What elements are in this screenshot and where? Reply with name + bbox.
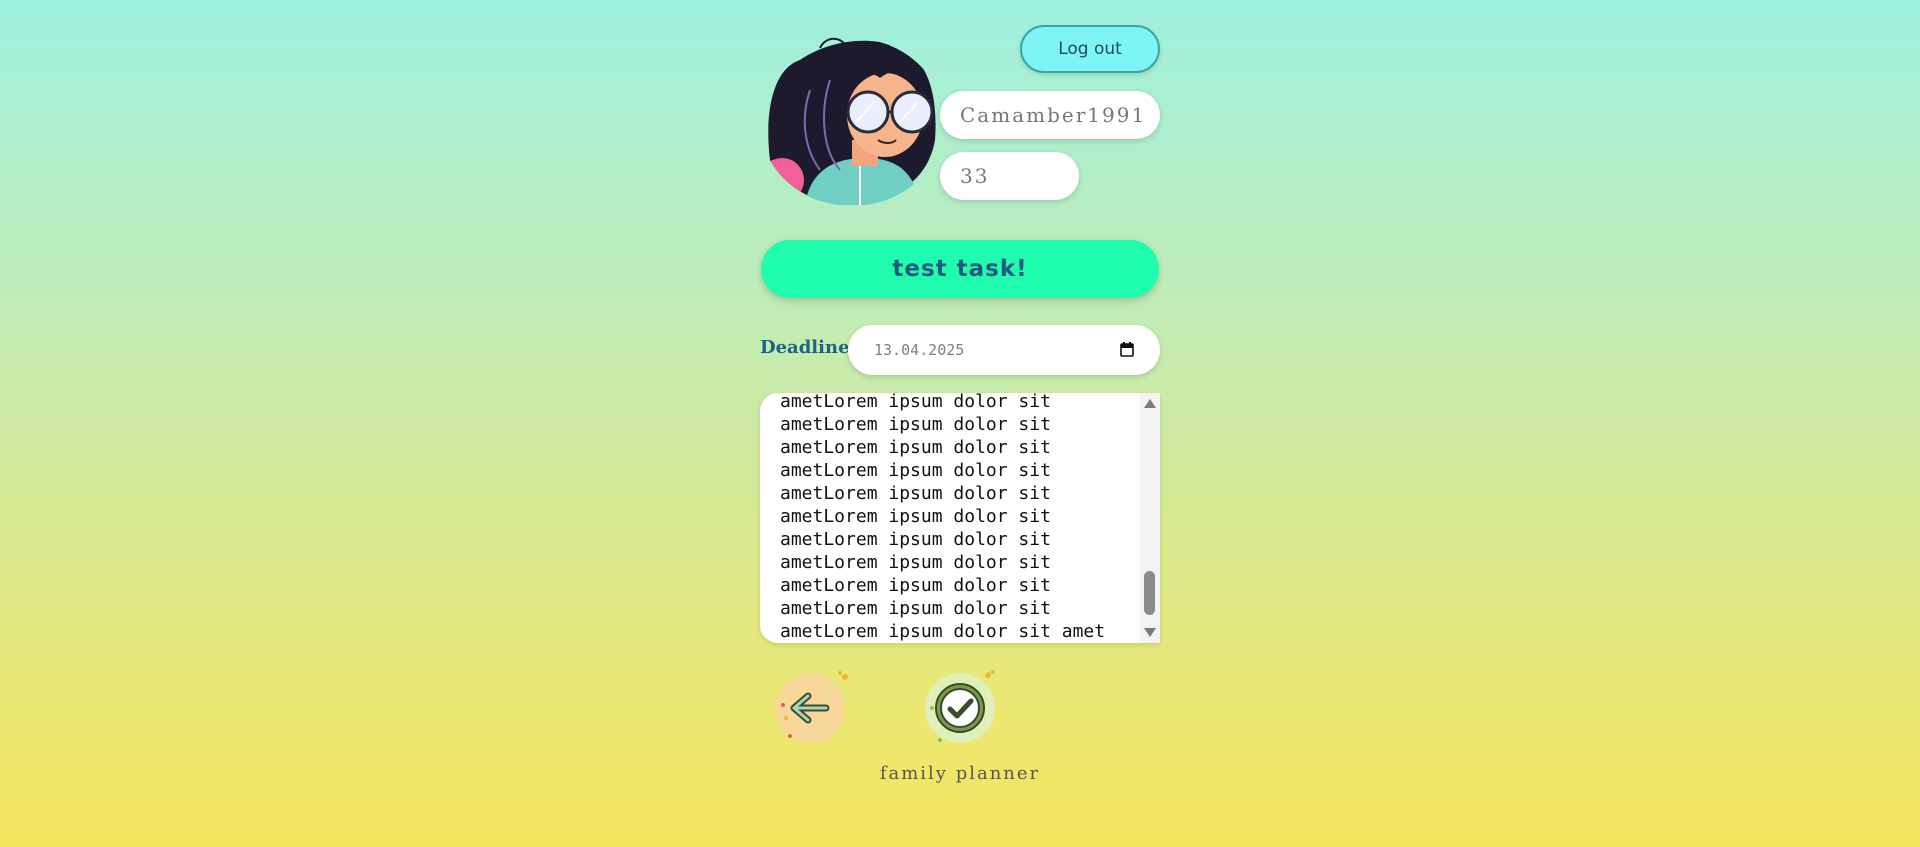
age-field[interactable]: 33: [940, 152, 1079, 200]
scroll-thumb[interactable]: [1144, 571, 1155, 615]
avatar-image: [760, 37, 936, 205]
task-title-field[interactable]: test task!: [761, 240, 1159, 298]
avatar: [760, 30, 940, 205]
deadline-label: Deadline:: [760, 337, 857, 358]
scroll-up-arrow-icon[interactable]: [1144, 399, 1156, 408]
checkmark-icon: [925, 670, 995, 743]
back-button[interactable]: [770, 668, 850, 748]
logout-button[interactable]: Log out: [1020, 25, 1160, 73]
deadline-date-input[interactable]: 13.04.2025: [848, 325, 1160, 375]
complete-task-button[interactable]: [920, 668, 1000, 748]
task-description-textarea[interactable]: ametLorem ipsum dolor sit ametLorem ipsu…: [760, 393, 1160, 643]
description-scrollbar[interactable]: [1140, 393, 1160, 643]
app-name-footer: family planner: [879, 763, 1041, 784]
scroll-down-arrow-icon[interactable]: [1144, 628, 1156, 637]
arrow-left-icon: [775, 671, 848, 743]
task-description-text: ametLorem ipsum dolor sit ametLorem ipsu…: [780, 393, 1106, 642]
username-field[interactable]: Camamber1991: [940, 91, 1160, 139]
app-container: Log out Camamber1991 33 test task! Deadl…: [760, 0, 1160, 847]
calendar-icon[interactable]: [1120, 342, 1134, 357]
deadline-date-value: 13.04.2025: [874, 341, 965, 359]
